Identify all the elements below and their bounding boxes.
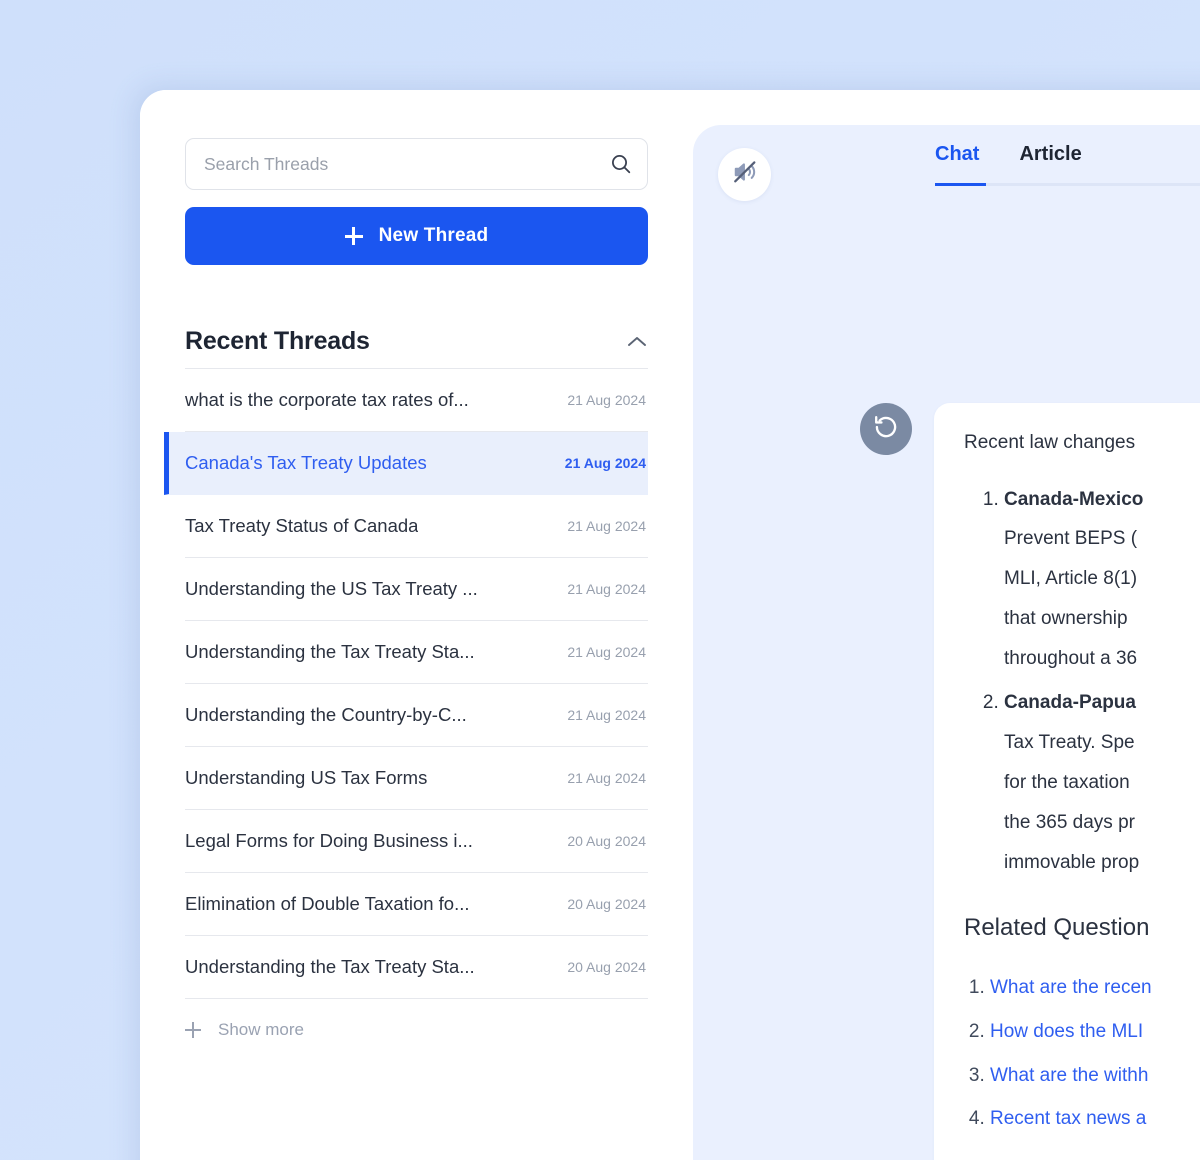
- thread-date: 20 Aug 2024: [567, 833, 646, 849]
- show-more-label: Show more: [218, 1020, 304, 1039]
- assistant-message-row: Recent law changes Canada-Mexico Prevent …: [860, 403, 1200, 1160]
- chevron-up-icon[interactable]: [626, 331, 648, 353]
- assistant-message-card: Recent law changes Canada-Mexico Prevent …: [934, 403, 1200, 1160]
- thread-date: 21 Aug 2024: [567, 770, 646, 786]
- thread-date: 21 Aug 2024: [567, 392, 646, 408]
- message-item-lead: Canada-Papua: [1004, 691, 1136, 713]
- sidebar: New Thread Recent Threads what is the co…: [140, 90, 693, 1160]
- thread-date: 21 Aug 2024: [567, 518, 646, 534]
- thread-title: Understanding the Tax Treaty Sta...: [185, 956, 475, 977]
- related-questions-list: What are the recen How does the MLI What a…: [964, 966, 1200, 1141]
- thread-list-item[interactable]: Understanding the Tax Treaty Sta... 21 Au…: [185, 621, 648, 684]
- message-item-line: for the taxation: [1004, 771, 1130, 793]
- related-question-link[interactable]: What are the recen: [990, 977, 1152, 998]
- message-intro: Recent law changes: [964, 432, 1136, 453]
- related-question-item: What are the withh: [990, 1054, 1200, 1098]
- thread-list-item[interactable]: Canada's Tax Treaty Updates 21 Aug 2024: [164, 432, 648, 495]
- plus-icon: [185, 1022, 201, 1038]
- related-question-item: What are the recen: [990, 966, 1200, 1010]
- thread-date: 21 Aug 2024: [564, 455, 646, 471]
- new-thread-label: New Thread: [378, 225, 489, 246]
- tab-active-indicator: [935, 183, 986, 186]
- assistant-avatar: [860, 403, 912, 455]
- tab-chat[interactable]: Chat: [935, 143, 979, 183]
- message-item-line: that ownership: [1004, 608, 1128, 630]
- tab-underline-track: [935, 183, 1200, 186]
- message-item-line: Tax Treaty. Spe: [1004, 731, 1135, 753]
- related-question-link[interactable]: How does the MLI: [990, 1021, 1143, 1042]
- tab-article[interactable]: Article: [1019, 143, 1081, 183]
- message-item-line: Prevent BEPS (: [1004, 528, 1138, 550]
- thread-list-item[interactable]: what is the corporate tax rates of... 21 …: [185, 369, 648, 432]
- plus-icon: [344, 227, 363, 245]
- related-question-link[interactable]: What are the withh: [990, 1065, 1148, 1086]
- message-list-item: Canada-Mexico Prevent BEPS ( MLI, Article …: [1004, 480, 1200, 679]
- thread-date: 21 Aug 2024: [567, 581, 646, 597]
- thread-date: 20 Aug 2024: [567, 959, 646, 975]
- app-window: New Thread Recent Threads what is the co…: [140, 90, 1200, 1160]
- thread-title: Understanding US Tax Forms: [185, 767, 428, 788]
- thread-title: Understanding the Country-by-C...: [185, 704, 467, 725]
- thread-list: what is the corporate tax rates of... 21 …: [164, 368, 648, 999]
- thread-list-item[interactable]: Understanding US Tax Forms 21 Aug 2024: [185, 747, 648, 810]
- related-question-link[interactable]: Recent tax news a: [990, 1108, 1146, 1129]
- show-more-button[interactable]: Show more: [185, 999, 648, 1061]
- message-item-line: immovable prop: [1004, 851, 1140, 873]
- thread-title: Canada's Tax Treaty Updates: [185, 452, 427, 473]
- thread-list-item[interactable]: Understanding the US Tax Treaty ... 21 Au…: [185, 558, 648, 621]
- mute-toggle-button[interactable]: [718, 148, 771, 201]
- thread-list-item[interactable]: Understanding the Tax Treaty Sta... 20 Au…: [185, 936, 648, 999]
- thread-title: Legal Forms for Doing Business i...: [185, 830, 473, 851]
- message-item-line: the 365 days pr: [1004, 811, 1135, 833]
- message-numbered-list: Canada-Mexico Prevent BEPS ( MLI, Article …: [964, 480, 1200, 883]
- thread-date: 20 Aug 2024: [567, 896, 646, 912]
- thread-title: Elimination of Double Taxation fo...: [185, 893, 470, 914]
- thread-title: Tax Treaty Status of Canada: [185, 515, 419, 536]
- speaker-muted-icon: [732, 159, 758, 190]
- tab-bar: Chat Article: [935, 143, 1200, 186]
- recent-threads-header: Recent Threads: [185, 327, 648, 368]
- chat-panel: Chat Article Recent law changes Canada-Me…: [693, 125, 1200, 1160]
- thread-date: 21 Aug 2024: [567, 644, 646, 660]
- related-question-item: Recent tax news a: [990, 1097, 1200, 1141]
- history-rewind-icon: [872, 413, 900, 446]
- search-input[interactable]: [204, 153, 609, 175]
- message-list-item: Canada-Papua Tax Treaty. Spe for the taxat…: [1004, 683, 1200, 882]
- thread-list-item[interactable]: Understanding the Country-by-C... 21 Aug …: [185, 684, 648, 747]
- thread-list-item[interactable]: Tax Treaty Status of Canada 21 Aug 2024: [185, 495, 648, 558]
- related-questions-title: Related Question: [964, 914, 1150, 942]
- message-item-lead: Canada-Mexico: [1004, 488, 1144, 510]
- message-item-line: throughout a 36: [1004, 648, 1138, 670]
- thread-title: what is the corporate tax rates of...: [185, 389, 469, 410]
- thread-list-item[interactable]: Legal Forms for Doing Business i... 20 Au…: [185, 810, 648, 873]
- thread-date: 21 Aug 2024: [567, 707, 646, 723]
- search-icon[interactable]: [609, 152, 633, 176]
- section-title: Recent Threads: [185, 327, 370, 355]
- thread-list-item[interactable]: Elimination of Double Taxation fo... 20 A…: [185, 873, 648, 936]
- thread-title: Understanding the Tax Treaty Sta...: [185, 641, 475, 662]
- message-item-line: MLI, Article 8(1): [1004, 568, 1138, 590]
- new-thread-button[interactable]: New Thread: [185, 207, 648, 265]
- thread-title: Understanding the US Tax Treaty ...: [185, 578, 478, 599]
- search-threads-field[interactable]: [185, 138, 648, 190]
- related-question-item: How does the MLI: [990, 1010, 1200, 1054]
